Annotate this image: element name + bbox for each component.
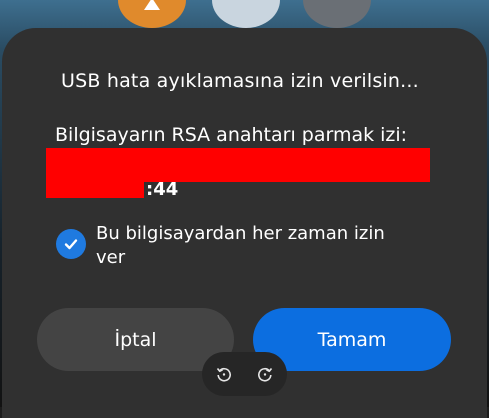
- rotate-left-button[interactable]: [215, 365, 233, 383]
- rotation-controls: [202, 352, 287, 396]
- redaction-block: [46, 148, 430, 182]
- fingerprint-value: :44: [46, 148, 436, 200]
- fingerprint-label: Bilgisayarın RSA anahtarı parmak izi:: [55, 124, 408, 146]
- fingerprint-tail: :44: [146, 179, 179, 200]
- always-allow-label[interactable]: Bu bilgisayardan her zaman izin ver: [96, 222, 416, 270]
- cancel-button-label: İptal: [114, 328, 157, 351]
- rotate-right-icon: [258, 367, 273, 382]
- always-allow-checkbox[interactable]: [56, 229, 86, 259]
- check-icon: [64, 239, 78, 250]
- app-icon-partial: [212, 0, 280, 28]
- redaction-block: [46, 178, 144, 198]
- app-icon-partial: [303, 0, 371, 28]
- ok-button-label: Tamam: [317, 328, 387, 351]
- rotate-left-icon: [216, 367, 231, 382]
- dialog-title: USB hata ayıklamasına izin verilsin...: [61, 70, 419, 92]
- app-icon-partial: [118, 0, 186, 28]
- rotate-right-button[interactable]: [256, 365, 274, 383]
